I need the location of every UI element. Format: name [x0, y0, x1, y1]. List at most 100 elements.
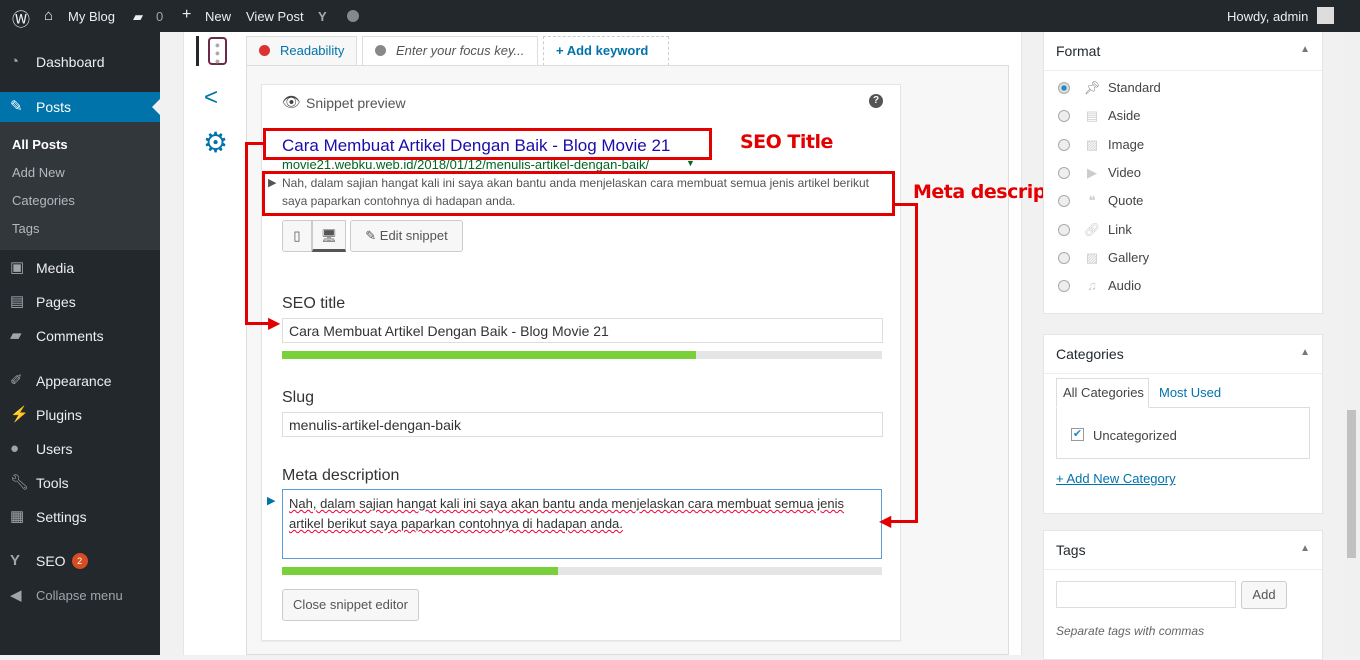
- slug-input[interactable]: menulis-artikel-dengan-baik: [282, 412, 883, 437]
- submenu-tags[interactable]: Tags: [12, 221, 39, 236]
- menu-label: SEO: [36, 553, 66, 569]
- pages-icon: ▤: [10, 293, 25, 310]
- wrench-icon: 🔧︎: [10, 474, 30, 491]
- wordpress-logo-icon[interactable]: Ⓦ: [12, 6, 30, 32]
- scrollbar[interactable]: [1343, 32, 1360, 655]
- gear-icon[interactable]: ⚙: [203, 126, 228, 159]
- menu-label: Appearance: [36, 373, 112, 389]
- meta-description-highlight: [262, 171, 895, 216]
- format-radio[interactable]: [1058, 110, 1070, 123]
- sidebar-item-tools[interactable]: 🔧︎ Tools: [0, 468, 160, 498]
- format-option-video[interactable]: ▶ Video: [1058, 165, 1141, 181]
- menu-label: Media: [36, 260, 75, 276]
- menu-label: Dashboard: [36, 54, 105, 70]
- format-option-audio[interactable]: ♫ Audio: [1058, 278, 1141, 293]
- tab-readability[interactable]: Readability: [246, 36, 357, 66]
- format-radio[interactable]: [1058, 223, 1070, 236]
- sidebar-item-users[interactable]: ● Users: [0, 434, 160, 464]
- comments-count[interactable]: 0: [156, 9, 163, 24]
- sidebar-item-media[interactable]: ▣ Media: [0, 253, 160, 283]
- format-radio[interactable]: [1058, 195, 1070, 208]
- share-icon[interactable]: <: [204, 84, 218, 112]
- format-radio[interactable]: [1058, 251, 1070, 264]
- avatar[interactable]: [1317, 7, 1334, 24]
- tag-input[interactable]: [1056, 581, 1236, 608]
- arrow-line: [245, 142, 265, 145]
- format-image-icon: ▨: [1085, 136, 1099, 152]
- format-label: Standard: [1108, 80, 1161, 95]
- admin-sidebar: ◔ Dashboard ✎ Posts All Posts Add New Cate…: [0, 32, 160, 655]
- tab-focus-keyword[interactable]: Enter your focus key...: [362, 36, 538, 67]
- scrollbar-thumb[interactable]: [1347, 410, 1356, 558]
- add-tag-button[interactable]: Add: [1241, 581, 1287, 609]
- slug-label: Slug: [282, 389, 315, 406]
- format-video-icon: ▶: [1087, 164, 1097, 180]
- sidebar-item-comments[interactable]: ▰ Comments: [0, 321, 160, 351]
- collapse-menu-button[interactable]: ◀ Collapse menu: [0, 581, 160, 611]
- mobile-preview-button[interactable]: ▯: [282, 220, 312, 252]
- format-radio[interactable]: [1058, 280, 1070, 293]
- submenu-categories[interactable]: Categories: [12, 193, 75, 208]
- close-snippet-editor-button[interactable]: Close snippet editor: [282, 589, 419, 621]
- traffic-light-icon[interactable]: ● ● ●: [208, 37, 227, 66]
- new-link[interactable]: New: [205, 9, 231, 24]
- snippet-heading: Snippet preview: [306, 95, 406, 111]
- format-option-image[interactable]: ▨ Image: [1058, 137, 1144, 153]
- menu-label: Plugins: [36, 407, 82, 423]
- menu-label: Users: [36, 441, 73, 457]
- format-quote-icon: ❝: [1088, 193, 1096, 209]
- add-new-category-link[interactable]: + Add New Category: [1056, 471, 1176, 486]
- submenu-add-new[interactable]: Add New: [12, 165, 65, 180]
- meta-description-progress: [282, 567, 882, 575]
- menu-label: Comments: [36, 328, 104, 344]
- sidebar-item-dashboard[interactable]: ◔ Dashboard: [0, 47, 160, 77]
- seo-title-annotation: SEO Title: [740, 131, 833, 153]
- collapse-arrow-icon[interactable]: ▲: [1300, 44, 1310, 55]
- categories-box: Categories ▲ All Categories Most Used ✔ U…: [1043, 334, 1323, 514]
- sidebar-item-appearance[interactable]: ✐ Appearance: [0, 366, 160, 396]
- yoast-icon[interactable]: Y: [318, 9, 327, 24]
- tags-box: Tags ▲ Add Separate tags with commas: [1043, 530, 1323, 660]
- comments-icon[interactable]: ▰: [133, 9, 143, 25]
- arrow-line: [915, 203, 918, 523]
- format-option-quote[interactable]: ❝ Quote: [1058, 193, 1143, 209]
- format-radio[interactable]: [1058, 166, 1070, 179]
- format-radio[interactable]: [1058, 138, 1070, 151]
- format-option-link[interactable]: 🔗︎ Link: [1058, 222, 1132, 238]
- uncategorized-checkbox[interactable]: ✔: [1071, 428, 1084, 441]
- format-aside-icon: ▤: [1085, 108, 1099, 124]
- posts-submenu: All Posts Add New Categories Tags: [0, 122, 160, 250]
- category-label: Uncategorized: [1093, 428, 1177, 443]
- format-radio[interactable]: [1058, 82, 1070, 94]
- howdy-text[interactable]: Howdy, admin: [1227, 9, 1308, 24]
- meta-description-textarea[interactable]: Nah, dalam sajian hangat kali ini saya a…: [282, 489, 882, 559]
- seo-status-dot-icon: [347, 10, 359, 22]
- collapse-arrow-icon[interactable]: ▲: [1300, 543, 1310, 554]
- site-name-link[interactable]: My Blog: [68, 9, 115, 24]
- format-option-gallery[interactable]: ▨ Gallery: [1058, 250, 1149, 266]
- format-option-standard[interactable]: 📌︎ Standard: [1058, 80, 1161, 96]
- help-icon[interactable]: ?: [869, 94, 883, 108]
- caret-right-icon: ▶: [267, 495, 276, 507]
- edit-snippet-button[interactable]: ✎ Edit snippet: [350, 220, 463, 252]
- meta-description-label: Meta description: [282, 467, 400, 484]
- add-keyword-button[interactable]: + Add keyword: [543, 36, 669, 66]
- menu-label: Posts: [36, 99, 72, 115]
- sidebar-item-settings[interactable]: ▦ Settings: [0, 502, 160, 532]
- category-list: ✔ Uncategorized: [1056, 407, 1310, 459]
- submenu-all-posts[interactable]: All Posts: [12, 137, 68, 152]
- sidebar-item-posts[interactable]: ✎ Posts: [0, 92, 160, 122]
- tab-most-used[interactable]: Most Used: [1159, 385, 1221, 400]
- focus-keyword-input[interactable]: Enter your focus key...: [396, 43, 524, 58]
- seo-title-input[interactable]: Cara Membuat Artikel Dengan Baik - Blog …: [282, 318, 883, 343]
- yoast-icon: Y: [10, 552, 21, 569]
- seo-badge: 2: [71, 553, 88, 569]
- tab-all-categories[interactable]: All Categories: [1056, 378, 1149, 408]
- sidebar-item-pages[interactable]: ▤ Pages: [0, 287, 160, 317]
- format-option-aside[interactable]: ▤ Aside: [1058, 108, 1141, 124]
- sidebar-item-plugins[interactable]: ⚡ Plugins: [0, 400, 160, 430]
- view-post-link[interactable]: View Post: [246, 9, 304, 24]
- collapse-arrow-icon[interactable]: ▲: [1300, 347, 1310, 358]
- desktop-preview-button[interactable]: 🖥︎: [312, 220, 346, 252]
- sidebar-item-seo[interactable]: Y SEO 2: [0, 546, 160, 576]
